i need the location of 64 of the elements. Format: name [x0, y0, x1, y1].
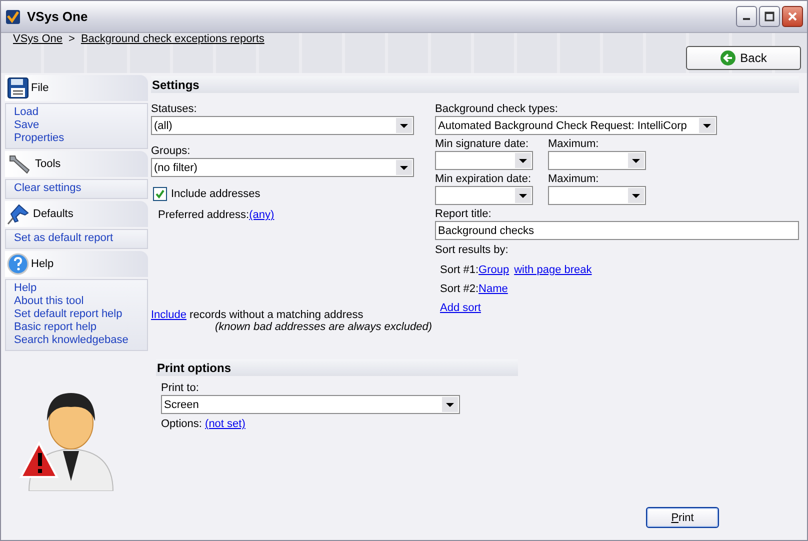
sidebar-link[interactable]: Set default report help — [14, 308, 139, 321]
sidebar-link[interactable]: Help — [14, 282, 139, 295]
maximize-icon — [764, 11, 775, 22]
window-title: VSys One — [27, 9, 89, 24]
field-label: Groups: — [151, 145, 192, 158]
back-button[interactable]: Back — [686, 46, 801, 70]
sidebar-group-title: Defaults — [33, 208, 74, 220]
breadcrumb-link[interactable]: Background check exceptions reports — [80, 33, 264, 45]
sidebar-link[interactable]: Properties — [14, 132, 139, 145]
breadcrumb-link[interactable]: VSys One — [13, 33, 63, 45]
sidebar-link[interactable]: About this tool — [14, 295, 139, 308]
checkbox[interactable] — [153, 187, 167, 201]
sidebar-group-title: Tools — [35, 158, 61, 170]
report-title-field[interactable]: Background checks — [435, 221, 799, 240]
include-records-text: Include records without a matching address — [151, 309, 364, 321]
statuses-dropdown[interactable]: (all) — [151, 116, 414, 135]
field-label: Sort results by: — [435, 244, 510, 257]
sidebar-link[interactable]: Set as default report — [14, 232, 139, 245]
check-types-dropdown[interactable]: Automated Background Check Request: IntelliCorp — [435, 116, 717, 135]
print-to-dropdown[interactable]: Screen — [161, 395, 460, 414]
sidebar-group-header[interactable]: Defaults — [5, 201, 148, 227]
sidebar-link[interactable]: Save — [14, 119, 139, 132]
field-label: Statuses: — [151, 103, 198, 116]
section-header: Print options — [156, 359, 518, 376]
sidebar-link[interactable]: Basic report help — [14, 321, 139, 334]
close-icon — [787, 11, 798, 22]
sidebar-link[interactable]: Search knowledgebase — [14, 334, 139, 347]
sidebar-link[interactable]: Clear settings — [14, 182, 139, 195]
sort-field-link[interactable]: Name — [478, 283, 508, 295]
include-link[interactable]: Include — [151, 309, 186, 321]
sidebar-group-title: Help — [31, 258, 54, 270]
app-logo-icon — [5, 8, 21, 24]
sort-field-link[interactable]: Group — [478, 264, 510, 276]
sort-label: Sort #1: — [440, 264, 479, 276]
breadcrumb-separator: > — [68, 33, 75, 45]
sidebar-group-header[interactable]: Tools — [5, 151, 148, 177]
field-label: Maximum: — [548, 138, 600, 151]
maximize-button[interactable] — [759, 6, 780, 27]
sidebar-group-header[interactable]: File — [5, 75, 148, 101]
sidebar-group-title: File — [31, 82, 49, 94]
sidebar-link[interactable]: Load — [14, 106, 139, 119]
preferred-address-link[interactable]: (any) — [249, 209, 274, 221]
field-label: Background check types: — [435, 103, 559, 116]
sort-label: Sort #2: — [440, 283, 479, 295]
help-icon — [7, 253, 29, 275]
minimize-button[interactable] — [736, 6, 757, 27]
sort-option-link[interactable]: with page break — [514, 264, 592, 276]
field-label: Min expiration date: — [435, 173, 532, 186]
sidebar-group-header[interactable]: Help — [5, 251, 148, 277]
options-link[interactable]: (not set) — [205, 418, 246, 430]
field-label: Min signature date: — [435, 138, 530, 151]
note-text: (known bad addresses are always excluded) — [214, 321, 432, 333]
field-label: Print to: — [161, 382, 200, 395]
add-sort-link[interactable]: Add sort — [440, 302, 481, 314]
checkbox-label: Include addresses — [171, 188, 260, 200]
options-text: Options: (not set) — [161, 418, 246, 431]
groups-dropdown[interactable]: (no filter) — [151, 158, 414, 177]
preferred-address-text: Preferred address:(any) — [158, 209, 276, 221]
section-header: Settings — [151, 76, 799, 93]
field-label: Maximum: — [548, 173, 600, 186]
field-label: Report title: — [435, 208, 492, 221]
close-button[interactable] — [782, 6, 803, 27]
print-button[interactable]: Print — [646, 507, 719, 528]
pushpin-icon — [7, 203, 31, 225]
